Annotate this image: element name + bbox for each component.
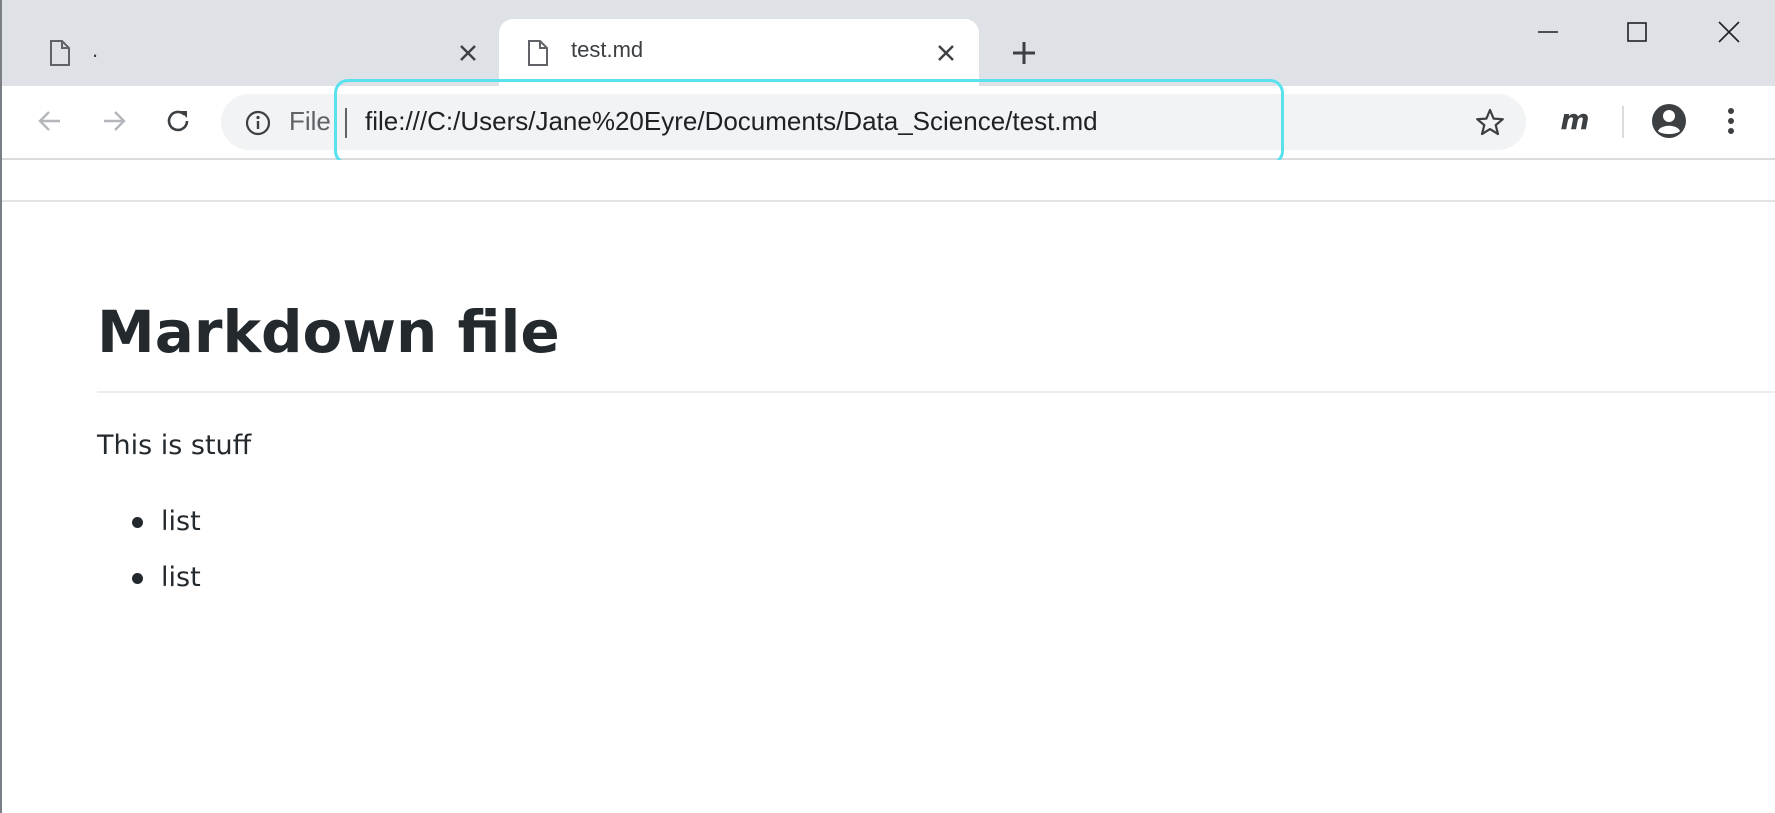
tab-strip: . test.md <box>2 0 1775 86</box>
list-item-text: list <box>161 506 201 537</box>
new-tab-button[interactable] <box>1005 34 1043 72</box>
star-icon[interactable] <box>1473 106 1507 140</box>
toolbar-divider <box>1622 106 1624 138</box>
heading-rule <box>97 391 1775 393</box>
tab-active[interactable]: test.md <box>499 19 979 86</box>
tab-title: . <box>92 37 99 62</box>
close-icon[interactable] <box>454 39 482 67</box>
bullet-list: list list <box>97 504 201 616</box>
reload-button[interactable] <box>158 101 198 141</box>
extension-icon[interactable]: m <box>1555 100 1595 140</box>
address-bar[interactable]: File file:///C:/Users/Jane%20Eyre/Docume… <box>221 94 1526 150</box>
tab-title: test.md <box>571 37 644 62</box>
security-chip-label[interactable]: File <box>289 106 331 137</box>
address-url[interactable]: file:///C:/Users/Jane%20Eyre/Documents/D… <box>365 106 1098 137</box>
info-icon[interactable] <box>243 108 273 138</box>
document-icon <box>48 39 72 67</box>
toolbar: File file:///C:/Users/Jane%20Eyre/Docume… <box>2 86 1775 160</box>
window-close-button[interactable] <box>1709 12 1749 52</box>
browser-window: . test.md File file:///C:/Users/Jane%20E… <box>0 0 1775 813</box>
bullet-icon <box>132 573 143 584</box>
back-button[interactable] <box>30 101 70 141</box>
forward-button[interactable] <box>94 101 134 141</box>
page-heading: Markdown file <box>97 298 560 366</box>
maximize-button[interactable] <box>1617 12 1657 52</box>
tab-inactive[interactable]: . <box>22 19 492 86</box>
close-icon[interactable] <box>932 39 960 67</box>
menu-icon[interactable] <box>1716 101 1746 141</box>
list-item-text: list <box>161 562 201 593</box>
page-content: Markdown file This is stuff list list <box>2 202 1775 813</box>
content-top-strip <box>2 160 1775 202</box>
page-paragraph: This is stuff <box>97 430 252 461</box>
address-divider <box>345 108 347 138</box>
list-item: list <box>97 504 201 560</box>
profile-avatar-icon[interactable] <box>1649 101 1689 141</box>
minimize-button[interactable] <box>1528 12 1568 52</box>
bullet-icon <box>132 517 143 528</box>
document-icon <box>526 39 550 67</box>
list-item: list <box>97 560 201 616</box>
